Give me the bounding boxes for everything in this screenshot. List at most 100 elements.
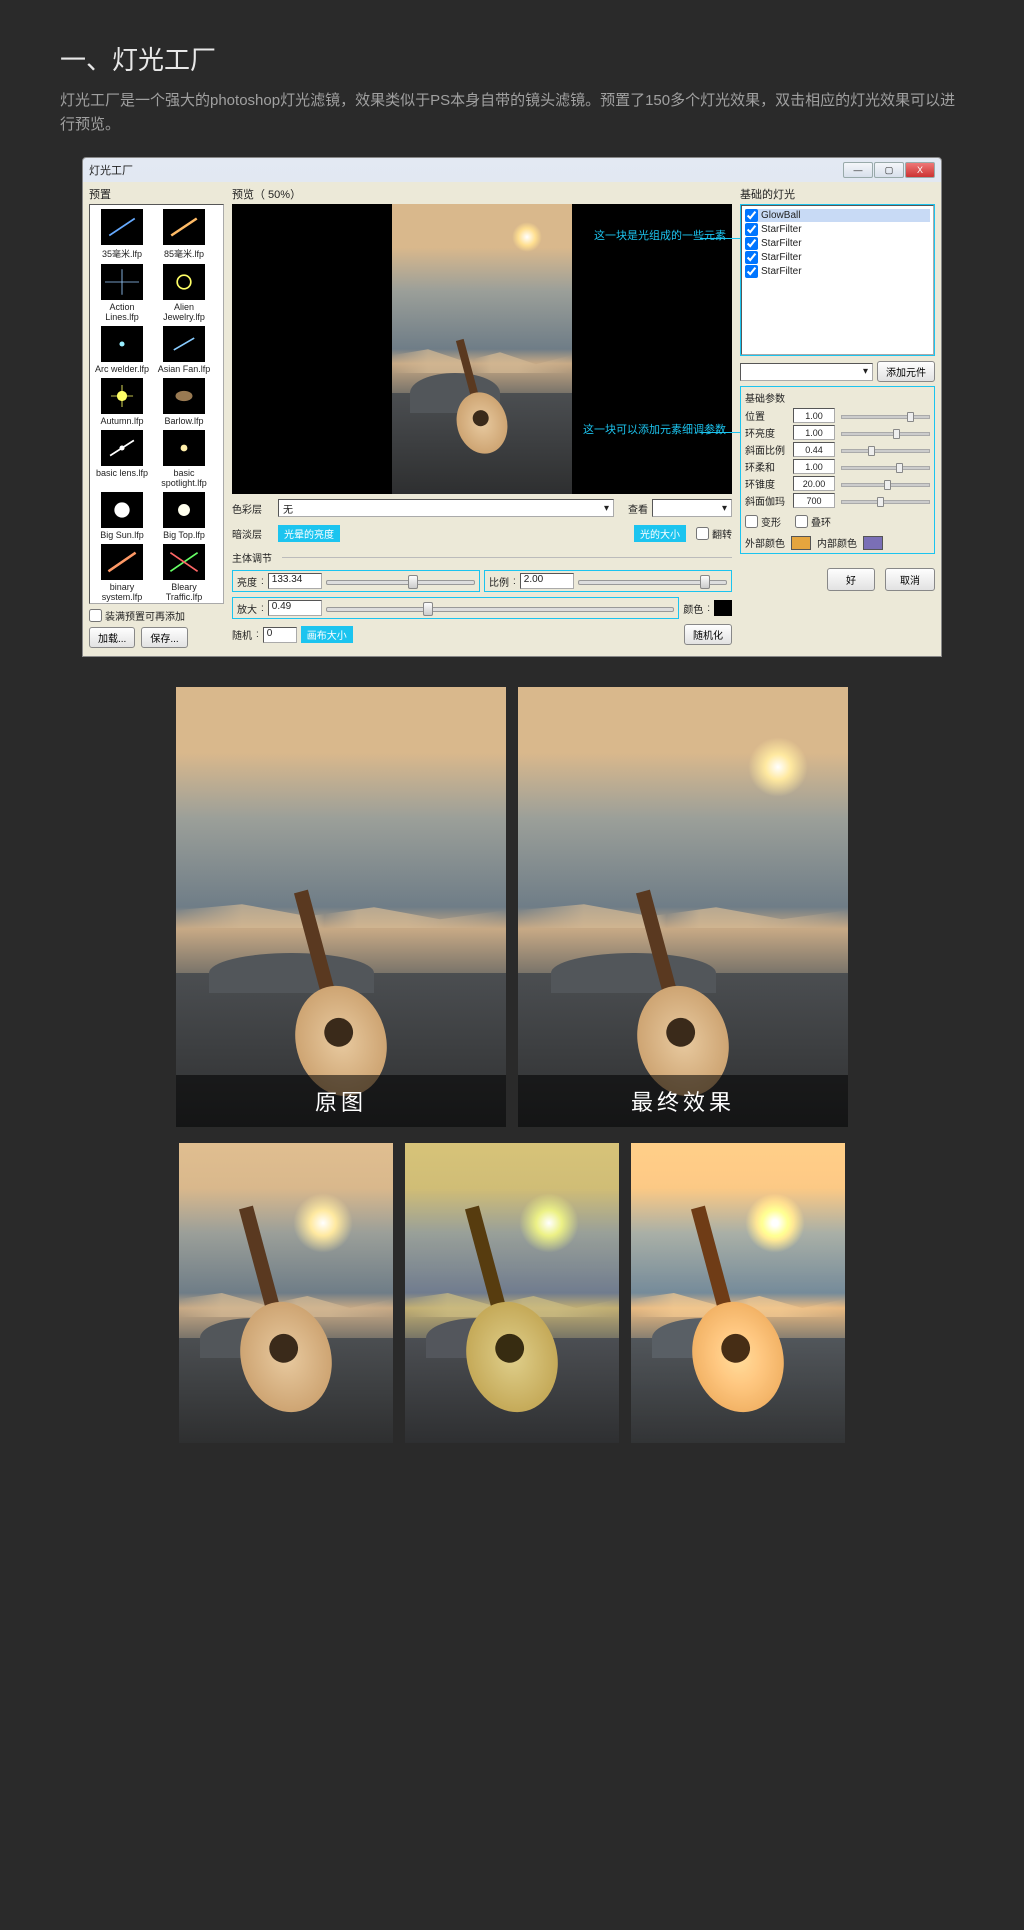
light-item-checkbox[interactable] bbox=[745, 209, 758, 222]
light-item[interactable]: GlowBall bbox=[745, 209, 930, 222]
ok-button[interactable]: 好 bbox=[827, 568, 875, 591]
preset-item[interactable]: Alien Jewelry.lfp bbox=[156, 264, 212, 322]
flip-checkbox[interactable]: 翻转 bbox=[696, 526, 732, 541]
presets-list[interactable]: 35毫米.lfp 85毫米.lfp Action Lines.lfpAlien Je… bbox=[89, 204, 224, 604]
preset-thumb-icon bbox=[101, 264, 143, 300]
fill-presets-checkbox[interactable]: 装满预置可再添加 bbox=[89, 608, 224, 623]
param-row: 斜面伽玛700 bbox=[745, 493, 930, 508]
canvas-size-tag: 画布大小 bbox=[301, 626, 353, 643]
preset-name: 35毫米.lfp bbox=[94, 247, 150, 260]
size-tag: 光的大小 bbox=[634, 525, 686, 542]
cancel-button[interactable]: 取消 bbox=[885, 568, 935, 591]
preset-thumb-icon bbox=[101, 378, 143, 414]
light-item-checkbox[interactable] bbox=[745, 251, 758, 264]
light-item[interactable]: StarFilter bbox=[745, 223, 930, 236]
preset-name: Big Top.lfp bbox=[156, 530, 212, 540]
randomize-button[interactable]: 随机化 bbox=[684, 624, 732, 645]
save-button[interactable]: 保存... bbox=[141, 627, 187, 648]
param-label: 环亮度 bbox=[745, 425, 793, 440]
view-dropdown[interactable] bbox=[652, 499, 732, 517]
body-adjust-label: 主体调节 bbox=[232, 550, 732, 565]
param-slider[interactable] bbox=[841, 494, 930, 508]
preset-thumb-icon bbox=[163, 326, 205, 362]
inner-color-swatch[interactable] bbox=[863, 536, 883, 550]
param-slider[interactable] bbox=[841, 460, 930, 474]
element-type-dropdown[interactable] bbox=[740, 363, 873, 381]
preset-thumb-icon bbox=[101, 209, 143, 245]
preset-item[interactable]: Autumn.lfp bbox=[94, 378, 150, 426]
random-input[interactable]: 0 bbox=[263, 627, 297, 643]
preset-item[interactable]: 35毫米.lfp bbox=[94, 209, 150, 260]
param-slider[interactable] bbox=[841, 409, 930, 423]
view-label: 查看 bbox=[618, 501, 648, 516]
preset-item[interactable]: basic spotlight.lfp bbox=[156, 430, 212, 488]
preset-name: Asian Fan.lfp bbox=[156, 364, 212, 374]
param-value[interactable]: 700 bbox=[793, 493, 835, 508]
outer-color-swatch[interactable] bbox=[791, 536, 811, 550]
ratio-slider[interactable] bbox=[578, 574, 727, 588]
deform-checkbox[interactable]: 变形 bbox=[745, 514, 781, 529]
preset-item[interactable]: Asian Fan.lfp bbox=[156, 326, 212, 374]
light-item[interactable]: StarFilter bbox=[745, 265, 930, 278]
param-slider[interactable] bbox=[841, 443, 930, 457]
base-lights-list[interactable]: GlowBallStarFilterStarFilterStarFilterSt… bbox=[741, 205, 934, 355]
preset-item[interactable]: Action Lines.lfp bbox=[94, 264, 150, 322]
final-label: 最终效果 bbox=[518, 1075, 848, 1127]
ratio-input[interactable]: 2.00 bbox=[520, 573, 574, 589]
ring-checkbox[interactable]: 叠环 bbox=[795, 514, 831, 529]
page-heading: 一、灯光工厂 bbox=[60, 40, 964, 77]
param-row: 环亮度1.00 bbox=[745, 425, 930, 440]
param-value[interactable]: 0.44 bbox=[793, 442, 835, 457]
light-item[interactable]: StarFilter bbox=[745, 237, 930, 250]
page-subheading: 灯光工厂是一个强大的photoshop灯光滤镜，效果类似于PS本身自带的镜头滤镜… bbox=[60, 89, 964, 137]
param-value[interactable]: 1.00 bbox=[793, 459, 835, 474]
light-item-label: GlowBall bbox=[761, 210, 800, 221]
random-label: 随机 bbox=[232, 627, 252, 642]
param-value[interactable]: 1.00 bbox=[793, 425, 835, 440]
preset-name: 85毫米.lfp bbox=[156, 247, 212, 260]
maximize-button[interactable]: ▢ bbox=[874, 162, 904, 178]
minimize-button[interactable]: — bbox=[843, 162, 873, 178]
brightness-input[interactable]: 133.34 bbox=[268, 573, 322, 589]
param-slider[interactable] bbox=[841, 477, 930, 491]
zoom-label: 放大 bbox=[237, 601, 257, 616]
zoom-slider[interactable] bbox=[326, 601, 674, 615]
preset-thumb-icon bbox=[163, 209, 205, 245]
preset-name: Big Sun.lfp bbox=[94, 530, 150, 540]
param-value[interactable]: 20.00 bbox=[793, 476, 835, 491]
preset-item[interactable]: 85毫米.lfp bbox=[156, 209, 212, 260]
color-swatch[interactable] bbox=[714, 600, 732, 616]
light-item-label: StarFilter bbox=[761, 224, 802, 235]
brightness-tag: 光晕的亮度 bbox=[278, 525, 340, 542]
preset-item[interactable]: Barlow.lfp bbox=[156, 378, 212, 426]
preview-label: 预览（ 50%） bbox=[232, 186, 732, 202]
load-button[interactable]: 加载... bbox=[89, 627, 135, 648]
preset-name: basic spotlight.lfp bbox=[156, 468, 212, 488]
brightness-slider[interactable] bbox=[326, 574, 475, 588]
color-layer-dropdown[interactable]: 无 bbox=[278, 499, 614, 517]
param-row: 位置1.00 bbox=[745, 408, 930, 423]
titlebar[interactable]: 灯光工厂 — ▢ X bbox=[83, 158, 941, 182]
light-item-checkbox[interactable] bbox=[745, 223, 758, 236]
preset-item[interactable]: Bleary Traffic.lfp bbox=[156, 544, 212, 602]
close-button[interactable]: X bbox=[905, 162, 935, 178]
preset-item[interactable]: basic lens.lfp bbox=[94, 430, 150, 488]
preset-item[interactable]: Big Sun.lfp bbox=[94, 492, 150, 540]
param-row: 斜面比例0.44 bbox=[745, 442, 930, 457]
zoom-input[interactable]: 0.49 bbox=[268, 600, 322, 616]
preview-canvas[interactable]: 这一块是光组成的一些元素 这一块可以添加元素细调参数 bbox=[232, 204, 732, 494]
add-element-button[interactable]: 添加元件 bbox=[877, 361, 935, 382]
preset-item[interactable]: Big Top.lfp bbox=[156, 492, 212, 540]
variant-1 bbox=[179, 1143, 393, 1443]
preset-thumb-icon bbox=[163, 378, 205, 414]
light-item-checkbox[interactable] bbox=[745, 265, 758, 278]
dialog-window: 灯光工厂 — ▢ X 预置 35毫米.lfp85毫米.lfpAction Lin… bbox=[82, 157, 942, 657]
light-item[interactable]: StarFilter bbox=[745, 251, 930, 264]
param-value[interactable]: 1.00 bbox=[793, 408, 835, 423]
preset-item[interactable]: Arc welder.lfp bbox=[94, 326, 150, 374]
preset-item[interactable]: binary system.lfp bbox=[94, 544, 150, 602]
light-item-checkbox[interactable] bbox=[745, 237, 758, 250]
param-label: 环锥度 bbox=[745, 476, 793, 491]
fill-presets-label: 装满预置可再添加 bbox=[105, 608, 185, 623]
param-slider[interactable] bbox=[841, 426, 930, 440]
